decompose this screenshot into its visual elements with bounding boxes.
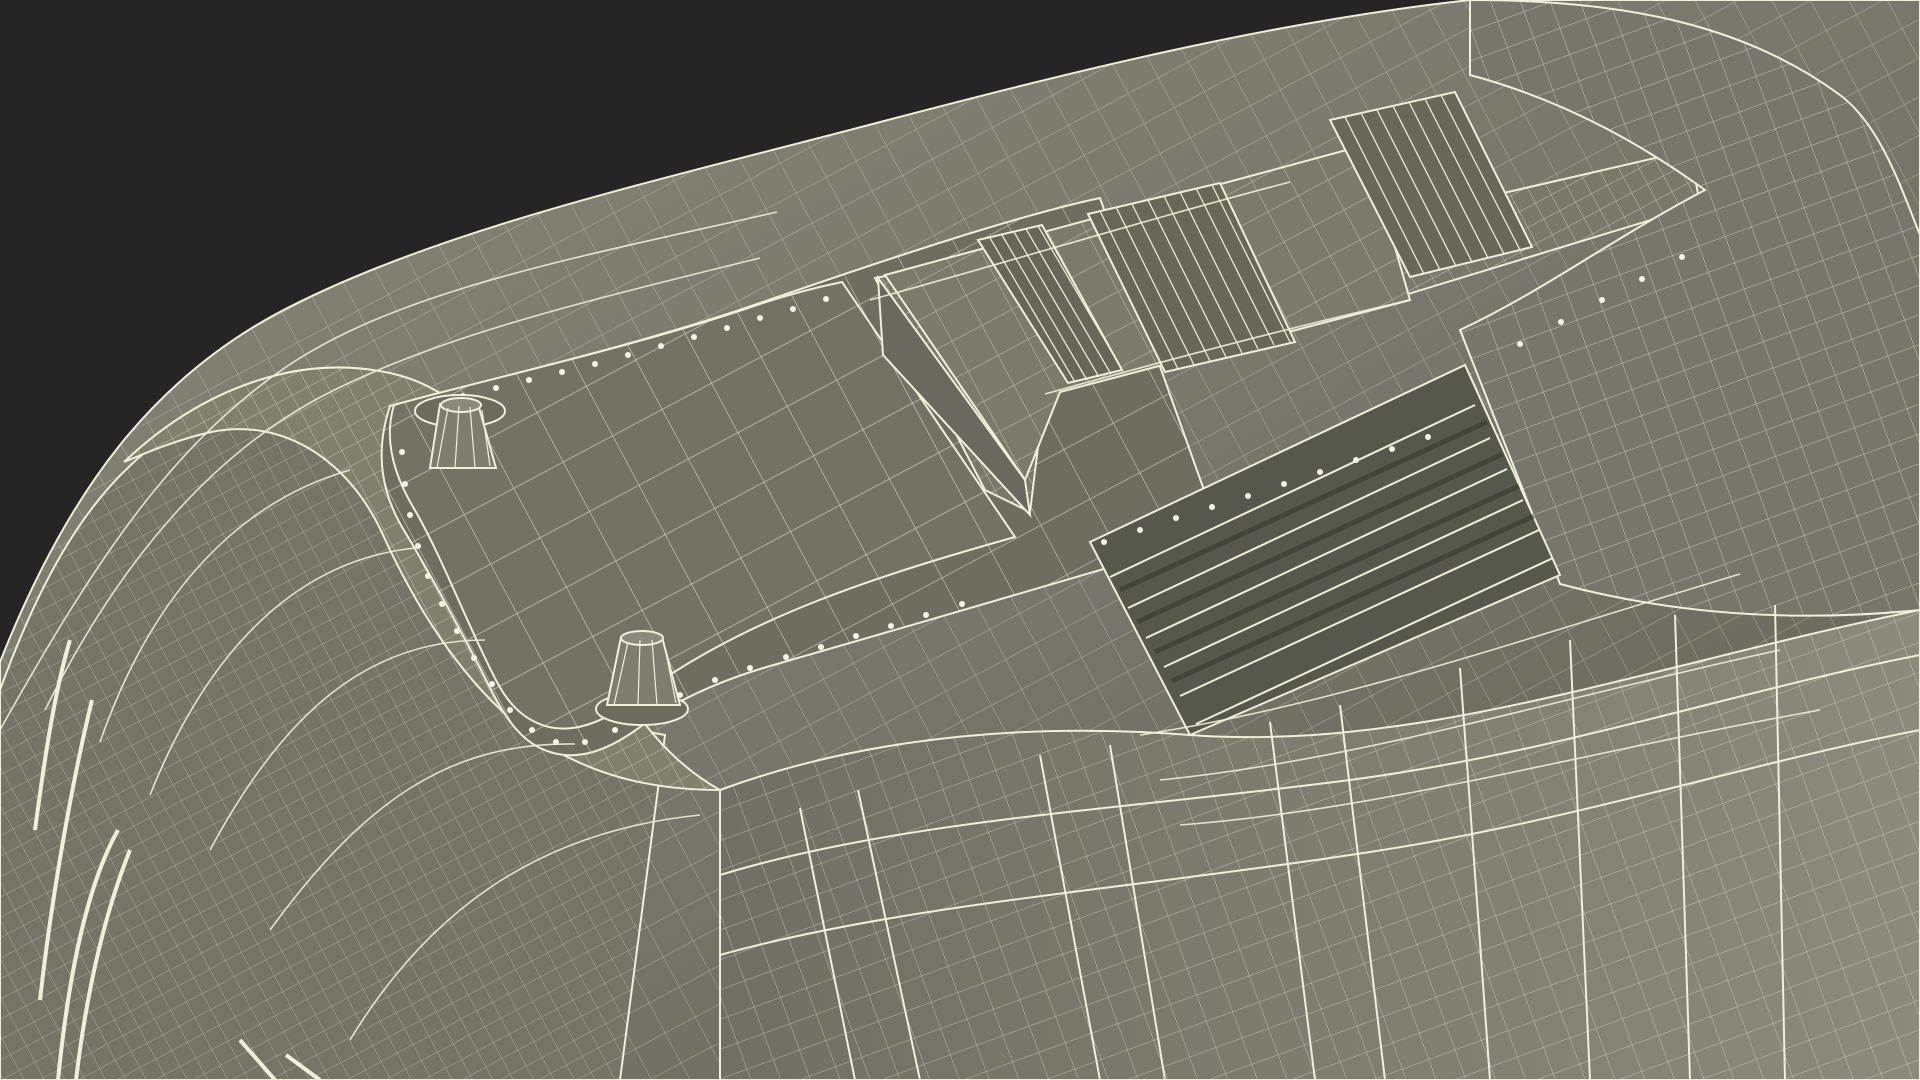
locomotive-wireframe-render [0, 0, 1920, 1080]
wireframe-render-viewport [0, 0, 1920, 1080]
